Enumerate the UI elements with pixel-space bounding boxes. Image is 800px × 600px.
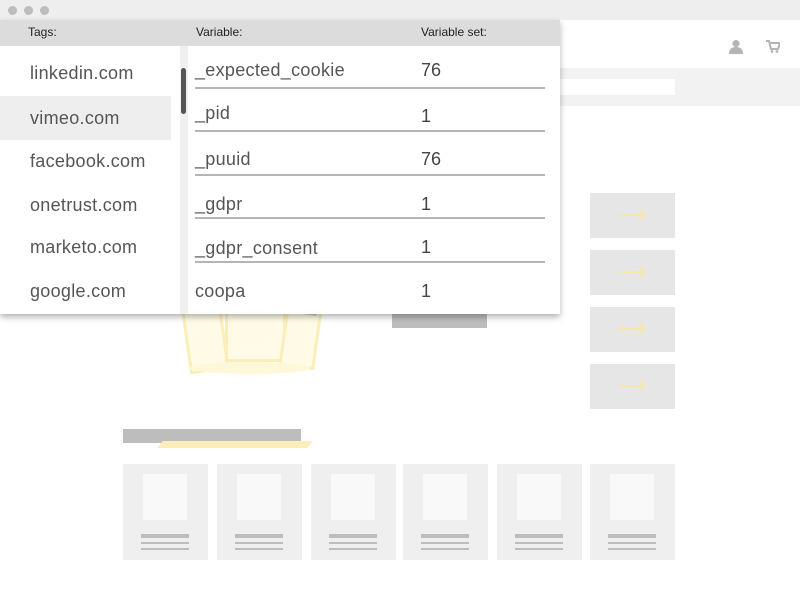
arrow-right-icon xyxy=(618,271,642,273)
hero-shadow xyxy=(190,362,310,374)
product-card[interactable] xyxy=(403,464,488,560)
tag-item-marketo[interactable]: marketo.com xyxy=(0,225,171,269)
variable-name: coopa xyxy=(195,281,246,301)
arrow-right-icon xyxy=(618,328,642,330)
arrow-right-icon xyxy=(618,385,642,387)
tag-label: marketo.com xyxy=(30,237,138,257)
variable-name: _pid xyxy=(195,103,231,123)
variable-value: 1 xyxy=(421,194,432,214)
tag-item-facebook[interactable]: facebook.com xyxy=(0,139,171,183)
variable-column-header: Variable: xyxy=(196,25,243,39)
side-tile-2[interactable] xyxy=(590,250,675,295)
tag-item-google[interactable]: google.com xyxy=(0,269,171,313)
tag-list: linkedin.com vimeo.com facebook.com onet… xyxy=(0,46,180,314)
minimize-dot[interactable] xyxy=(24,6,33,15)
variable-value: 1 xyxy=(421,106,432,126)
product-image xyxy=(610,474,654,520)
product-image xyxy=(331,474,375,520)
product-card[interactable] xyxy=(217,464,302,560)
side-tile-1[interactable] xyxy=(590,193,675,238)
side-tile-4[interactable] xyxy=(590,364,675,409)
tag-label: onetrust.com xyxy=(30,195,138,215)
tag-item-onetrust[interactable]: onetrust.com xyxy=(0,183,171,227)
row-divider xyxy=(195,217,545,219)
scrollbar-thumb[interactable] xyxy=(181,68,186,114)
variable-row[interactable]: _expected_cookie 76 xyxy=(195,46,545,89)
row-divider xyxy=(195,130,545,132)
arrow-right-icon xyxy=(618,214,642,216)
variable-name: _puuid xyxy=(195,149,251,169)
user-icon[interactable] xyxy=(729,39,743,60)
window-titlebar xyxy=(0,0,800,20)
cart-icon[interactable] xyxy=(766,40,782,58)
tag-label: facebook.com xyxy=(30,151,146,171)
variable-name: _gdpr xyxy=(195,194,243,214)
section-heading-underline xyxy=(157,441,313,448)
variable-row[interactable]: coopa 1 xyxy=(195,263,545,306)
variable-name: _expected_cookie xyxy=(195,60,345,80)
panel-header: Tags: Variable: Variable set: xyxy=(0,20,560,46)
variable-value: 1 xyxy=(421,281,432,301)
product-card[interactable] xyxy=(497,464,582,560)
product-card[interactable] xyxy=(311,464,396,560)
product-card[interactable] xyxy=(590,464,675,560)
tags-column-header: Tags: xyxy=(28,25,57,39)
variable-value: 76 xyxy=(421,60,442,80)
variable-set-column-header: Variable set: xyxy=(421,25,487,39)
variable-row[interactable]: _pid 1 xyxy=(195,89,545,132)
product-image xyxy=(517,474,561,520)
product-card[interactable] xyxy=(123,464,208,560)
side-tile-3[interactable] xyxy=(590,307,675,352)
variable-row[interactable]: _gdpr 1 xyxy=(195,176,545,219)
tag-label: google.com xyxy=(30,281,127,301)
variable-value: 1 xyxy=(421,237,432,257)
variable-row[interactable]: _gdpr_consent 1 xyxy=(195,220,545,263)
product-image xyxy=(143,474,187,520)
close-dot[interactable] xyxy=(8,6,17,15)
product-image xyxy=(237,474,281,520)
search-bar-placeholder[interactable] xyxy=(560,79,675,95)
tag-item-linkedin[interactable]: linkedin.com xyxy=(0,51,171,95)
hero-button-placeholder[interactable] xyxy=(392,313,487,328)
variable-row[interactable]: _puuid 76 xyxy=(195,133,545,176)
tag-item-vimeo[interactable]: vimeo.com xyxy=(0,96,171,140)
tag-label: linkedin.com xyxy=(30,63,134,83)
cookie-inspector-panel: Tags: Variable: Variable set: linkedin.c… xyxy=(0,20,560,314)
variable-value: 76 xyxy=(421,149,442,169)
tag-label: vimeo.com xyxy=(30,108,120,128)
maximize-dot[interactable] xyxy=(40,6,49,15)
product-image xyxy=(423,474,467,520)
variable-name: _gdpr_consent xyxy=(195,238,318,258)
